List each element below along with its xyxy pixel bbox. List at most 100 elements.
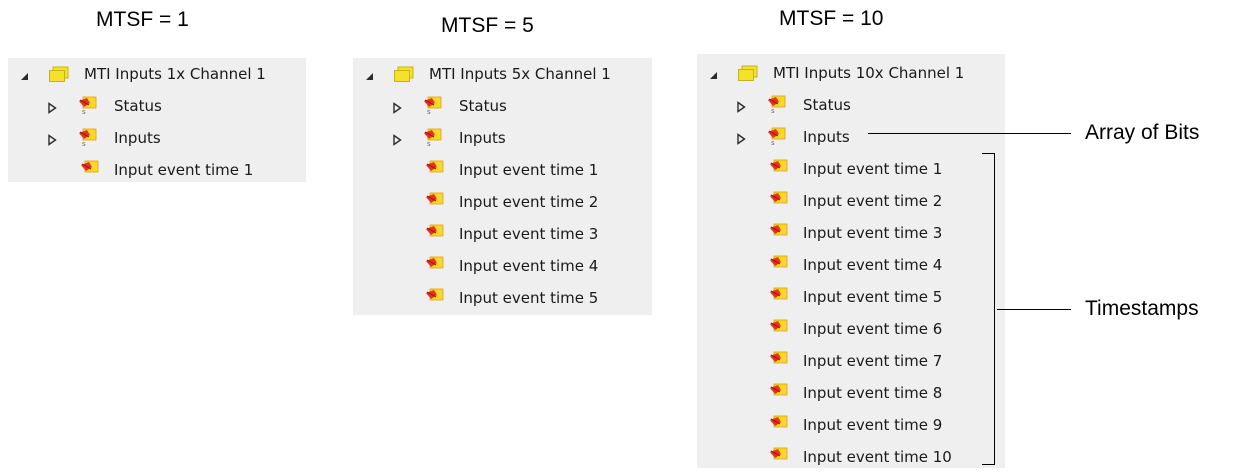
input-variable-icon [425, 287, 445, 305]
input-variable-icon [769, 286, 789, 304]
svg-text:s: s [82, 140, 86, 147]
expanded-triangle-icon[interactable] [18, 68, 30, 80]
tree-item-input-event-time[interactable]: Input event time 1 [353, 154, 652, 186]
tree-item-input-event-time[interactable]: Input event time 2 [353, 186, 652, 218]
input-variable-icon [769, 254, 789, 272]
collapsed-triangle-icon[interactable] [735, 131, 747, 145]
expanded-triangle-icon[interactable] [363, 68, 375, 80]
svg-text:s: s [427, 140, 431, 147]
collapsed-triangle-icon[interactable] [46, 100, 58, 114]
tree-item-input-event-time[interactable]: Input event time 5 [353, 282, 652, 314]
input-variable-icon [425, 223, 445, 241]
collapsed-triangle-icon[interactable] [46, 132, 58, 146]
tree-panel-mtsf-5: MTI Inputs 5x Channel 1 s Status s Inputs Inp… [353, 58, 652, 315]
heading-mtsf-5: MTSF = 5 [441, 14, 534, 37]
input-variable-icon: s [78, 95, 98, 116]
tree-root-label: MTI Inputs 1x Channel 1 [84, 65, 266, 83]
input-event-time-label: Input event time 4 [459, 257, 599, 275]
timestamps-bracket-vertical [994, 153, 995, 465]
input-variable-icon: s [767, 94, 787, 115]
input-variable-icon [769, 318, 789, 336]
annotation-array-of-bits: Array of Bits [1085, 121, 1200, 144]
inputs-label: Inputs [114, 129, 161, 147]
input-event-time-label: Input event time 1 [114, 161, 254, 179]
heading-mtsf-1: MTSF = 1 [96, 8, 189, 31]
input-event-time-label: Input event time 7 [803, 352, 943, 370]
array-of-bits-leader-line [868, 133, 1071, 134]
tree-item-status[interactable]: s Status [697, 89, 1005, 121]
input-variable-icon [425, 159, 445, 177]
timestamps-leader-line [997, 309, 1071, 310]
tree-item-input-event-time[interactable]: Input event time 1 [697, 153, 1005, 185]
input-event-time-label: Input event time 2 [459, 193, 599, 211]
tree-item-input-event-time[interactable]: Input event time 2 [697, 185, 1005, 217]
tree-item-inputs[interactable]: s Inputs [353, 122, 652, 154]
tree-root-item[interactable]: MTI Inputs 10x Channel 1 [697, 57, 1005, 89]
tree-item-status[interactable]: s Status [353, 90, 652, 122]
tree-root-item[interactable]: MTI Inputs 5x Channel 1 [353, 58, 652, 90]
svg-text:s: s [771, 107, 775, 114]
tree-item-input-event-time[interactable]: Input event time 6 [697, 313, 1005, 345]
input-event-time-label: Input event time 5 [459, 289, 599, 307]
input-event-time-label: Input event time 3 [459, 225, 599, 243]
folder-icon [737, 64, 758, 82]
folder-icon [48, 65, 69, 83]
input-event-time-label: Input event time 10 [803, 448, 952, 466]
tree-root-item[interactable]: MTI Inputs 1x Channel 1 [8, 58, 306, 90]
tree-panel-mtsf-10: MTI Inputs 10x Channel 1 s Status s Inputs In… [697, 54, 1005, 468]
folder-icon [393, 65, 414, 83]
input-variable-icon [769, 382, 789, 400]
tree-item-input-event-time[interactable]: Input event time 4 [697, 249, 1005, 281]
status-label: Status [459, 97, 507, 115]
input-event-time-label: Input event time 3 [803, 224, 943, 242]
tree-root-label: MTI Inputs 10x Channel 1 [773, 64, 965, 82]
input-variable-icon [769, 414, 789, 432]
input-variable-icon [769, 350, 789, 368]
input-variable-icon: s [767, 126, 787, 147]
input-variable-icon [425, 191, 445, 209]
svg-text:s: s [427, 108, 431, 115]
svg-text:s: s [771, 139, 775, 146]
input-variable-icon: s [78, 127, 98, 148]
inputs-label: Inputs [803, 128, 850, 146]
collapsed-triangle-icon[interactable] [391, 100, 403, 114]
input-event-time-label: Input event time 4 [803, 256, 943, 274]
collapsed-triangle-icon[interactable] [735, 99, 747, 113]
tree-item-input-event-time[interactable]: Input event time 9 [697, 409, 1005, 441]
status-label: Status [803, 96, 851, 114]
input-variable-icon [769, 446, 789, 464]
status-label: Status [114, 97, 162, 115]
inputs-label: Inputs [459, 129, 506, 147]
tree-item-status[interactable]: s Status [8, 90, 306, 122]
collapsed-triangle-icon[interactable] [391, 132, 403, 146]
tree-item-inputs[interactable]: s Inputs [8, 122, 306, 154]
tree-item-input-event-time[interactable]: Input event time 4 [353, 250, 652, 282]
tree-item-inputs[interactable]: s Inputs [697, 121, 1005, 153]
tree-item-input-event-time[interactable]: Input event time 5 [697, 281, 1005, 313]
tree-item-input-event-time[interactable]: Input event time 3 [353, 218, 652, 250]
input-variable-icon [425, 255, 445, 273]
input-event-time-label: Input event time 9 [803, 416, 943, 434]
tree-item-input-event-time[interactable]: Input event time 8 [697, 377, 1005, 409]
input-variable-icon [80, 159, 100, 177]
input-event-time-label: Input event time 8 [803, 384, 943, 402]
input-event-time-label: Input event time 2 [803, 192, 943, 210]
tree-root-label: MTI Inputs 5x Channel 1 [429, 65, 611, 83]
heading-mtsf-10: MTSF = 10 [779, 7, 884, 30]
expanded-triangle-icon[interactable] [707, 67, 719, 79]
timestamps-bracket-top [982, 153, 995, 154]
timestamps-bracket-bottom [982, 464, 995, 465]
input-variable-icon [769, 158, 789, 176]
input-variable-icon [769, 222, 789, 240]
tree-item-input-event-time[interactable]: Input event time 1 [8, 154, 306, 186]
svg-text:s: s [82, 108, 86, 115]
tree-item-input-event-time[interactable]: Input event time 3 [697, 217, 1005, 249]
tree-item-input-event-time[interactable]: Input event time 10 [697, 441, 1005, 473]
input-event-time-label: Input event time 1 [459, 161, 599, 179]
tree-item-input-event-time[interactable]: Input event time 7 [697, 345, 1005, 377]
tree-panel-mtsf-1: MTI Inputs 1x Channel 1 s Status s Inputs Inp… [8, 58, 306, 182]
input-event-time-label: Input event time 1 [803, 160, 943, 178]
input-variable-icon: s [423, 127, 443, 148]
input-variable-icon [769, 190, 789, 208]
input-event-time-label: Input event time 6 [803, 320, 943, 338]
